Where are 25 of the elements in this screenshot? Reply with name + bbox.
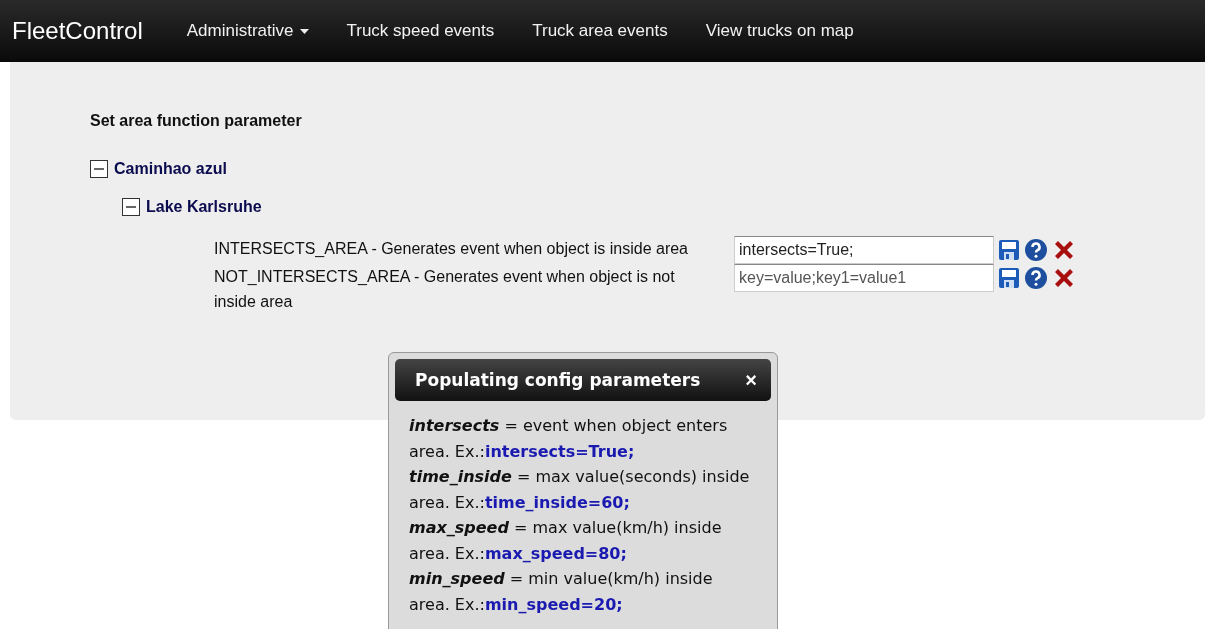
panel-title: Set area function parameter (90, 112, 303, 130)
save-icon[interactable] (998, 267, 1020, 289)
nav-link[interactable]: Truck speed events (346, 21, 495, 41)
popup-title: Populating config parameters (415, 370, 701, 390)
collapse-icon[interactable] (122, 198, 140, 216)
close-button[interactable]: × (745, 368, 757, 392)
collapse-icon[interactable] (90, 160, 108, 178)
nav-dropdown[interactable]: Administrative (186, 21, 309, 41)
parameter-description: max_speed = max value(km/h) inside area. Ex.:max_speed=80; (409, 517, 723, 565)
parameter-description: intersects = event when object enters area. Ex.:intersects=True; (409, 415, 729, 463)
parameter-description: time_inside = max value(seconds) inside area. Ex.:time_inside=60; (409, 466, 751, 514)
help-icon[interactable] (1024, 266, 1048, 290)
function-description: NOT_INTERSECTS_AREA - Generates event when object is not inside area (214, 267, 676, 312)
tree-node-label[interactable]: Caminhao azul (114, 160, 227, 178)
caret-icon (299, 28, 309, 34)
function-description: INTERSECTS_AREA - Generates event when object is inside area (214, 239, 689, 259)
nav-link[interactable]: View trucks on map (705, 21, 854, 41)
parameter-field[interactable]: intersects=True; (734, 236, 994, 264)
brand-logo[interactable]: FleetControl (12, 17, 143, 45)
nav-link[interactable]: Truck area events (532, 21, 668, 41)
save-icon[interactable] (998, 239, 1020, 261)
parameter-field[interactable]: key=value;key1=value1 (734, 264, 994, 292)
tree-node-label[interactable]: Lake Karlsruhe (146, 198, 262, 216)
parameter-description: min_speed = min value(km/h) inside area. Ex.:min_speed=20; (409, 568, 714, 616)
help-icon[interactable] (1024, 238, 1048, 262)
